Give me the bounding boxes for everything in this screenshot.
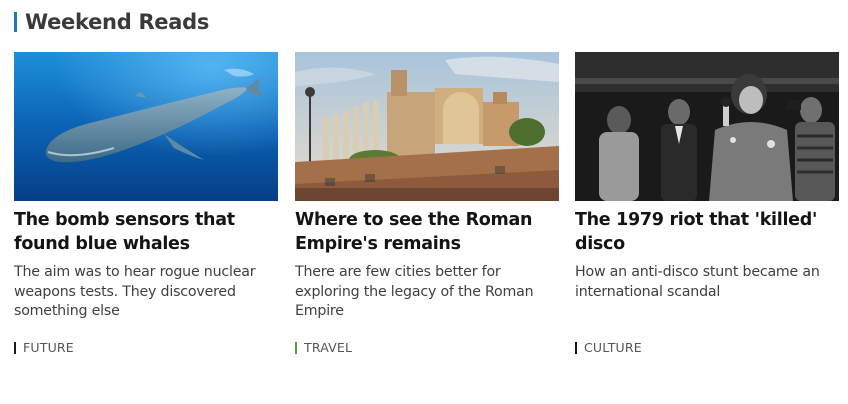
story-card: The 1979 riot that 'killed' disco How an… — [575, 52, 839, 355]
tag-label: CULTURE — [584, 340, 642, 355]
story-tag[interactable]: FUTURE — [14, 340, 74, 355]
tag-label: FUTURE — [23, 340, 74, 355]
section-accent-bar — [14, 12, 17, 32]
tag-accent-bar — [295, 341, 297, 354]
weekend-reads-section: Weekend Reads The bomb sensors that foun… — [0, 0, 848, 404]
story-image-disco-riot[interactable] — [575, 52, 839, 201]
story-image-roman-ruins[interactable] — [295, 52, 559, 201]
story-summary: How an anti-disco stunt became an intern… — [575, 264, 820, 300]
story-card: The bomb sensors that found blue whales … — [14, 52, 278, 355]
story-summary: The aim was to hear rogue nuclear weapon… — [14, 264, 256, 319]
story-tag[interactable]: CULTURE — [575, 340, 642, 355]
section-header: Weekend Reads — [14, 9, 209, 35]
story-title[interactable]: Where to see the Roman Empire's remains — [295, 208, 559, 256]
tag-accent-bar — [575, 341, 577, 354]
story-title[interactable]: The bomb sensors that found blue whales — [14, 208, 278, 256]
section-title[interactable]: Weekend Reads — [25, 10, 209, 34]
story-card: Where to see the Roman Empire's remains … — [295, 52, 559, 355]
story-tag[interactable]: TRAVEL — [295, 340, 352, 355]
tag-accent-bar — [14, 341, 16, 354]
tag-label: TRAVEL — [304, 340, 353, 355]
story-image-blue-whale[interactable] — [14, 52, 278, 201]
story-summary: There are few cities better for explorin… — [295, 264, 534, 319]
story-title[interactable]: The 1979 riot that 'killed' disco — [575, 208, 839, 256]
